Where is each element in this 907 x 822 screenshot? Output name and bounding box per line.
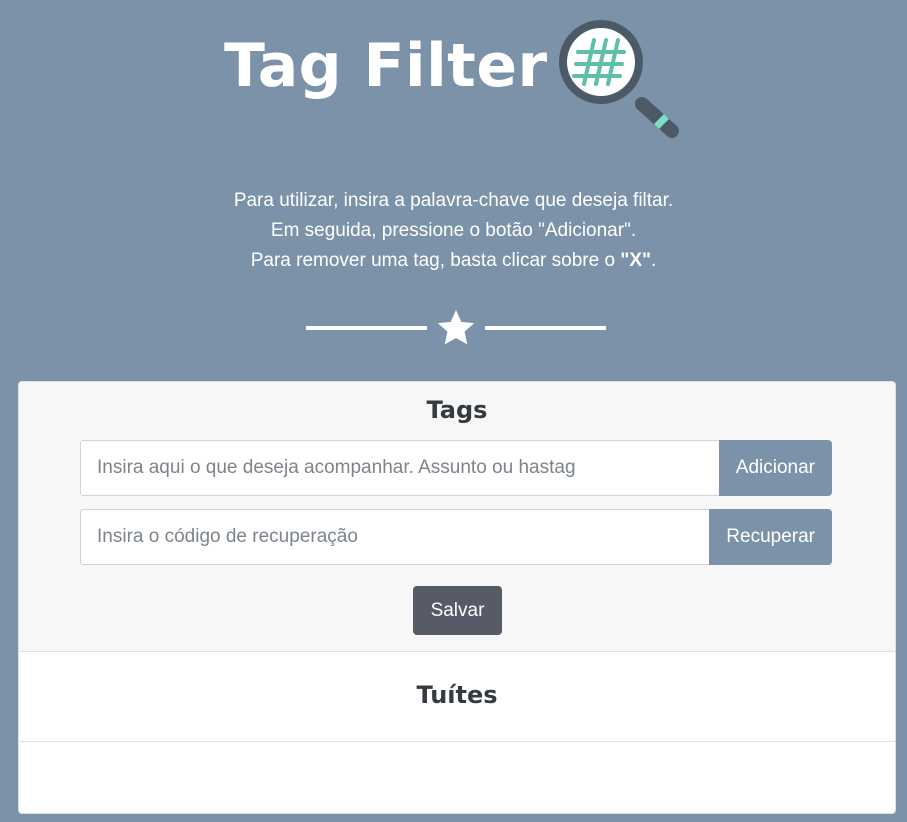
star-icon (436, 308, 476, 348)
instruction-line-1: Para utilizar, insira a palavra-chave qu… (233, 190, 674, 211)
divider-line-right (485, 326, 606, 330)
header: Tag Filter (0, 0, 907, 150)
tweets-list (19, 742, 895, 813)
instruction-line-3-prefix: Para remover uma tag, basta clicar sobre… (250, 250, 621, 271)
tags-title: Tags (426, 396, 488, 424)
instruction-line-2: Em seguida, pressione o botão "Adicionar… (270, 220, 637, 241)
instructions: Para utilizar, insira a palavra-chave qu… (0, 186, 907, 276)
recovery-code-input[interactable] (80, 509, 710, 565)
tag-input-group: Adicionar (80, 440, 832, 496)
tag-input[interactable] (80, 440, 719, 496)
tags-panel: Tags Adicionar Recuperar Salvar (19, 382, 895, 652)
instruction-line-3-suffix: . (651, 250, 657, 271)
star-divider (306, 306, 608, 348)
magnifier-hashtag-icon (548, 8, 680, 140)
recover-button[interactable]: Recuperar (709, 509, 832, 565)
tweets-title: Tuítes (416, 681, 498, 709)
instruction-x-emphasis: "X" (620, 250, 652, 271)
save-button[interactable]: Salvar (413, 586, 502, 635)
divider-line-left (306, 326, 427, 330)
instruction-line-3: Para remover uma tag, basta clicar sobre… (0, 246, 907, 276)
add-button[interactable]: Adicionar (718, 440, 832, 496)
recovery-input-group: Recuperar (80, 509, 832, 565)
app-title: Tag Filter (224, 31, 548, 101)
main-card: Tags Adicionar Recuperar Salvar Tuítes (18, 381, 896, 814)
